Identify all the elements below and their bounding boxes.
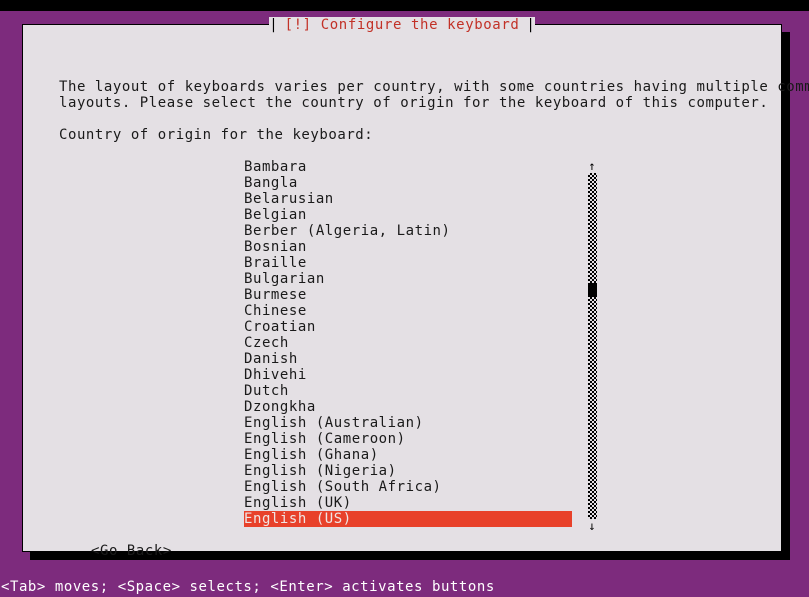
list-scrollbar[interactable]: ↑ ↓	[584, 159, 600, 533]
list-item[interactable]: English (US)	[244, 511, 572, 527]
list-item[interactable]: Dutch	[244, 383, 572, 399]
list-item[interactable]: Burmese	[244, 287, 572, 303]
country-prompt-label: Country of origin for the keyboard:	[59, 127, 374, 143]
scrollbar-thumb[interactable]	[588, 283, 597, 297]
scroll-down-arrow-icon[interactable]: ↓	[584, 519, 600, 533]
list-item[interactable]: English (Cameroon)	[244, 431, 572, 447]
list-item[interactable]: Dhivehi	[244, 367, 572, 383]
list-item[interactable]: Bulgarian	[244, 271, 572, 287]
list-item[interactable]: Chinese	[244, 303, 572, 319]
country-list[interactable]: Bambara Bangla Belarusian Belgian Berber (Al…	[244, 159, 572, 527]
configure-keyboard-dialog: The layout of keyboards varies per count…	[22, 24, 809, 559]
list-item[interactable]: Czech	[244, 335, 572, 351]
list-item[interactable]: English (Australian)	[244, 415, 572, 431]
list-item[interactable]: Dzongkha	[244, 399, 572, 415]
list-item[interactable]: Belgian	[244, 207, 572, 223]
dialog-description-line-2: layouts. Please select the country of or…	[59, 95, 769, 111]
list-item[interactable]: Braille	[244, 255, 572, 271]
list-item[interactable]: English (Nigeria)	[244, 463, 572, 479]
list-item[interactable]: English (South Africa)	[244, 479, 572, 495]
list-item[interactable]: Bangla	[244, 175, 572, 191]
list-item[interactable]: Berber (Algeria, Latin)	[244, 223, 572, 239]
scrollbar-track[interactable]	[588, 173, 597, 519]
dialog-description-line-1: The layout of keyboards varies per count…	[59, 79, 809, 95]
list-item[interactable]: Bosnian	[244, 239, 572, 255]
list-item[interactable]: English (UK)	[244, 495, 572, 511]
scroll-up-arrow-icon[interactable]: ↑	[584, 159, 600, 173]
list-item[interactable]: Croatian	[244, 319, 572, 335]
go-back-button[interactable]: <Go Back>	[91, 543, 172, 559]
status-bar-hint: <Tab> moves; <Space> selects; <Enter> ac…	[0, 578, 809, 597]
installer-screen: The layout of keyboards varies per count…	[0, 0, 809, 597]
list-item[interactable]: Bambara	[244, 159, 572, 175]
list-item[interactable]: Belarusian	[244, 191, 572, 207]
list-item[interactable]: Danish	[244, 351, 572, 367]
list-item[interactable]: English (Ghana)	[244, 447, 572, 463]
